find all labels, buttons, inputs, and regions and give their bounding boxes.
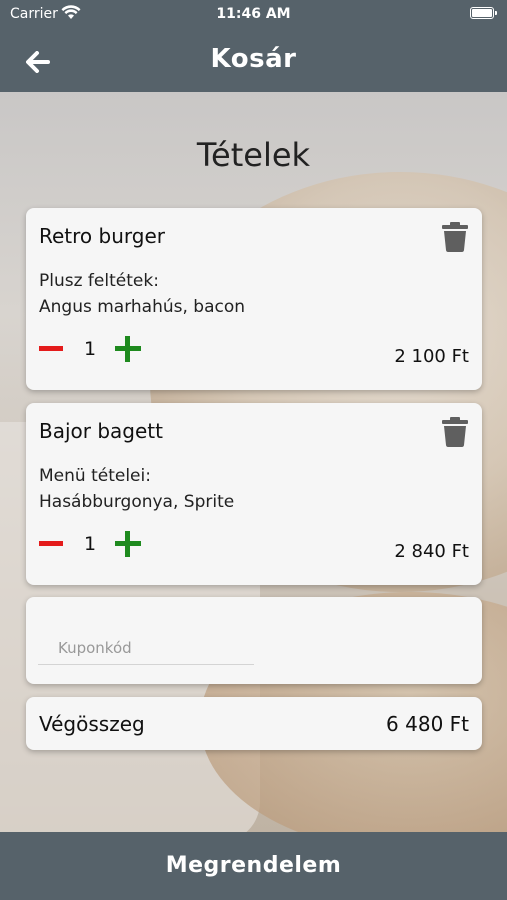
item-quantity: 1 bbox=[83, 533, 97, 555]
delete-item-button[interactable] bbox=[442, 417, 468, 447]
page-title: Kosár bbox=[210, 44, 297, 74]
item-name: Bajor bagett bbox=[39, 419, 163, 443]
item-quantity: 1 bbox=[83, 338, 97, 360]
item-extras-value: Angus marhahús, bacon bbox=[39, 297, 246, 317]
item-extras-label: Plusz feltétek: bbox=[39, 271, 159, 291]
item-price: 2 840 Ft bbox=[394, 541, 469, 562]
top-bar: Carrier 11:46 AM Kosár bbox=[0, 0, 507, 92]
cart-item-card: Bajor bagett Menü tételei: Hasábburgonya… bbox=[26, 403, 482, 585]
item-extras: Menü tételei: Hasábburgonya, Sprite bbox=[39, 463, 234, 515]
place-order-button[interactable]: Megrendelem bbox=[0, 832, 507, 900]
decrease-quantity-button[interactable] bbox=[39, 533, 65, 553]
total-card: Végösszeg 6 480 Ft bbox=[26, 697, 482, 750]
increase-quantity-button[interactable] bbox=[115, 336, 141, 362]
total-label: Végösszeg bbox=[39, 712, 145, 736]
trash-icon bbox=[442, 417, 468, 447]
battery-icon bbox=[470, 7, 497, 19]
item-name: Retro burger bbox=[39, 224, 165, 248]
coupon-code-input[interactable] bbox=[38, 621, 254, 665]
item-price: 2 100 Ft bbox=[394, 346, 469, 367]
item-extras: Plusz feltétek: Angus marhahús, bacon bbox=[39, 268, 245, 320]
cart-item-card: Retro burger Plusz feltétek: Angus marha… bbox=[26, 208, 482, 390]
coupon-card bbox=[26, 597, 482, 684]
decrease-quantity-button[interactable] bbox=[39, 338, 65, 358]
status-bar: Carrier 11:46 AM bbox=[0, 0, 507, 28]
total-value: 6 480 Ft bbox=[386, 712, 469, 736]
item-extras-value: Hasábburgonya, Sprite bbox=[39, 492, 235, 512]
increase-quantity-button[interactable] bbox=[115, 531, 141, 557]
trash-icon bbox=[442, 222, 468, 252]
item-extras-label: Menü tételei: bbox=[39, 466, 151, 486]
clock: 11:46 AM bbox=[216, 6, 291, 22]
section-title: Tételek bbox=[196, 136, 311, 174]
delete-item-button[interactable] bbox=[442, 222, 468, 252]
